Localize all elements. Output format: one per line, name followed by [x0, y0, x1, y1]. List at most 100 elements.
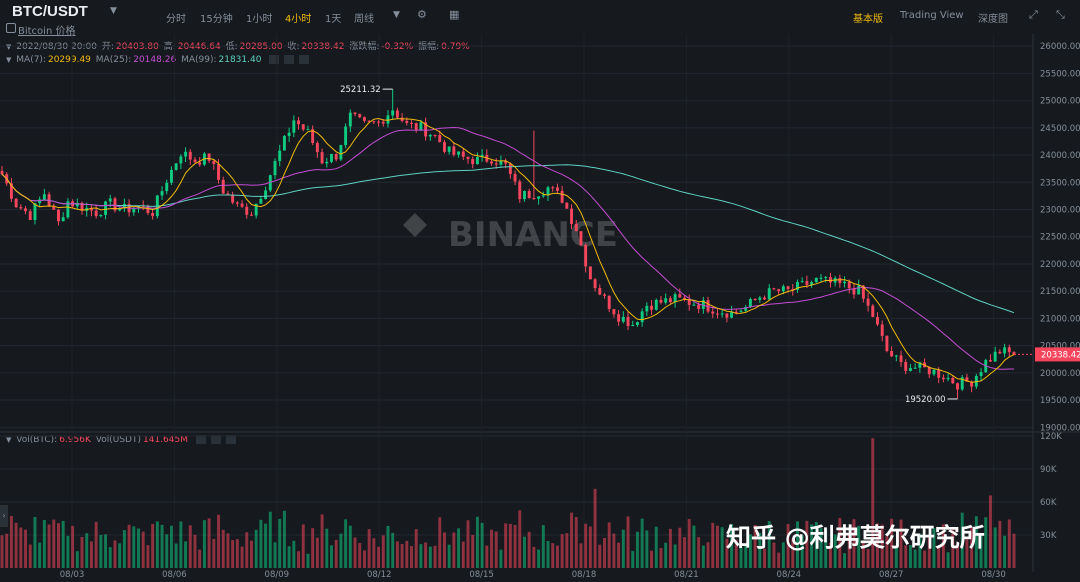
candle-body [923, 362, 927, 368]
volume-bar [188, 525, 192, 568]
volume-bar [306, 553, 310, 568]
candle-body [546, 187, 550, 196]
x-tick-label: 08/18 [572, 570, 597, 580]
volume-bar [231, 540, 235, 568]
y-tick-label: 21500.00 [1040, 287, 1080, 297]
candle-body [551, 187, 555, 189]
volume-bar [94, 521, 98, 568]
sidebar-toggle-handle[interactable]: › [0, 505, 8, 527]
volume-bar [282, 510, 286, 568]
candle-body [654, 299, 658, 310]
symbol-subtitle-link[interactable]: Bitcoin 价格 [18, 22, 75, 37]
candle-body [212, 160, 216, 165]
volume-bar [71, 525, 75, 568]
high-value: 20446.64 [177, 42, 221, 52]
volume-bar [603, 537, 606, 568]
candle-body [584, 245, 588, 267]
close-icon[interactable] [299, 55, 310, 64]
candle-body [560, 190, 564, 203]
volume-bar [504, 523, 508, 568]
timeframe-dropdown-icon[interactable]: ▼ [393, 10, 400, 20]
candle-body [301, 124, 305, 130]
candle-body [518, 181, 522, 200]
price-chart[interactable]: BINANCE 26000.00 25500.00 25000.00 24500.00… [0, 0, 1080, 582]
volume-bar [527, 531, 531, 568]
x-tick-label: 08/30 [981, 570, 1006, 580]
volume-bar [419, 544, 423, 568]
eye-icon[interactable] [269, 55, 280, 64]
volume-bar [273, 542, 277, 568]
volume-bar [301, 524, 305, 568]
settings-icon[interactable] [284, 55, 295, 64]
candle-body [918, 362, 922, 368]
candle-body [19, 207, 23, 209]
last-price-badge [1035, 347, 1080, 362]
tab-tradingview[interactable]: Trading View [900, 10, 964, 21]
candle-body [998, 351, 1002, 354]
candle-body [607, 295, 611, 310]
candle-body [391, 110, 395, 116]
candle-body [979, 372, 983, 376]
y-tick-label: 22500.00 [1040, 233, 1080, 243]
candle-body [80, 202, 84, 211]
volume-bar [523, 536, 526, 568]
tab-timeframe-3[interactable]: 1小时 [246, 10, 272, 25]
volume-bar [626, 516, 630, 568]
fullscreen-icon[interactable]: ⤢ [1029, 8, 1038, 22]
volume-bar [268, 511, 272, 568]
settings-sliders-icon[interactable]: ⚙ [417, 8, 427, 21]
candle-body [678, 294, 682, 298]
candle-body [278, 150, 282, 162]
tab-depth-chart[interactable]: 深度图 [978, 10, 1008, 25]
candle-body [28, 211, 32, 220]
settings-icon[interactable] [210, 435, 221, 444]
volume-bar [118, 543, 122, 568]
volume-bar [471, 534, 475, 568]
tab-timeframe-2[interactable]: 15分钟 [200, 10, 233, 25]
volume-bar [424, 542, 428, 568]
volume-bar [57, 523, 60, 568]
x-tick-label: 08/09 [265, 570, 290, 580]
symbol-title[interactable]: BTC/USDT [12, 3, 88, 20]
candle-body [508, 163, 512, 175]
indicators-grid-icon[interactable]: ▦ [449, 8, 459, 21]
candle-body [800, 281, 804, 283]
volume-bar [14, 522, 18, 568]
tab-timeframe-6[interactable]: 周线 [354, 10, 374, 25]
candle-body [819, 277, 823, 279]
candle-body [188, 151, 192, 160]
candle-body [466, 156, 470, 160]
tab-basic-view[interactable]: 基本版 [853, 10, 883, 25]
x-tick-label: 08/27 [879, 570, 904, 580]
close-icon[interactable] [225, 435, 236, 444]
volume-bar [179, 521, 183, 568]
candle-body [358, 114, 362, 118]
candle-body [974, 375, 978, 387]
tab-timeframe-5[interactable]: 1天 [325, 10, 341, 25]
volume-bar [697, 537, 701, 568]
candle-body [1003, 347, 1007, 354]
eye-icon[interactable] [195, 435, 206, 444]
volume-bar [348, 525, 352, 568]
candle-body [377, 121, 381, 123]
volume-bar [132, 526, 136, 568]
volume-bar [89, 541, 93, 568]
tab-timeframe-4[interactable]: 4小时 [285, 10, 311, 25]
binance-watermark-text: BINANCE [448, 215, 618, 255]
y-tick-label: 24000.00 [1040, 151, 1080, 161]
volume-bar [998, 520, 1002, 568]
candle-body [292, 120, 296, 133]
candle-body [697, 304, 701, 309]
candle-body [38, 199, 42, 204]
candle-body [951, 377, 955, 384]
candle-body [687, 299, 691, 305]
candle-body [555, 187, 559, 191]
chevron-down-icon[interactable]: ▼ [110, 6, 117, 16]
tab-timeframe-1[interactable]: 分时 [166, 10, 186, 25]
candle-body [104, 201, 108, 215]
expand-icon[interactable]: ⤡ [1056, 8, 1065, 22]
vol-usdt-value: 141.645M [142, 435, 188, 445]
vol-tick-label: 120K [1040, 432, 1062, 442]
volume-bar [61, 520, 65, 568]
candle-body [758, 297, 762, 300]
